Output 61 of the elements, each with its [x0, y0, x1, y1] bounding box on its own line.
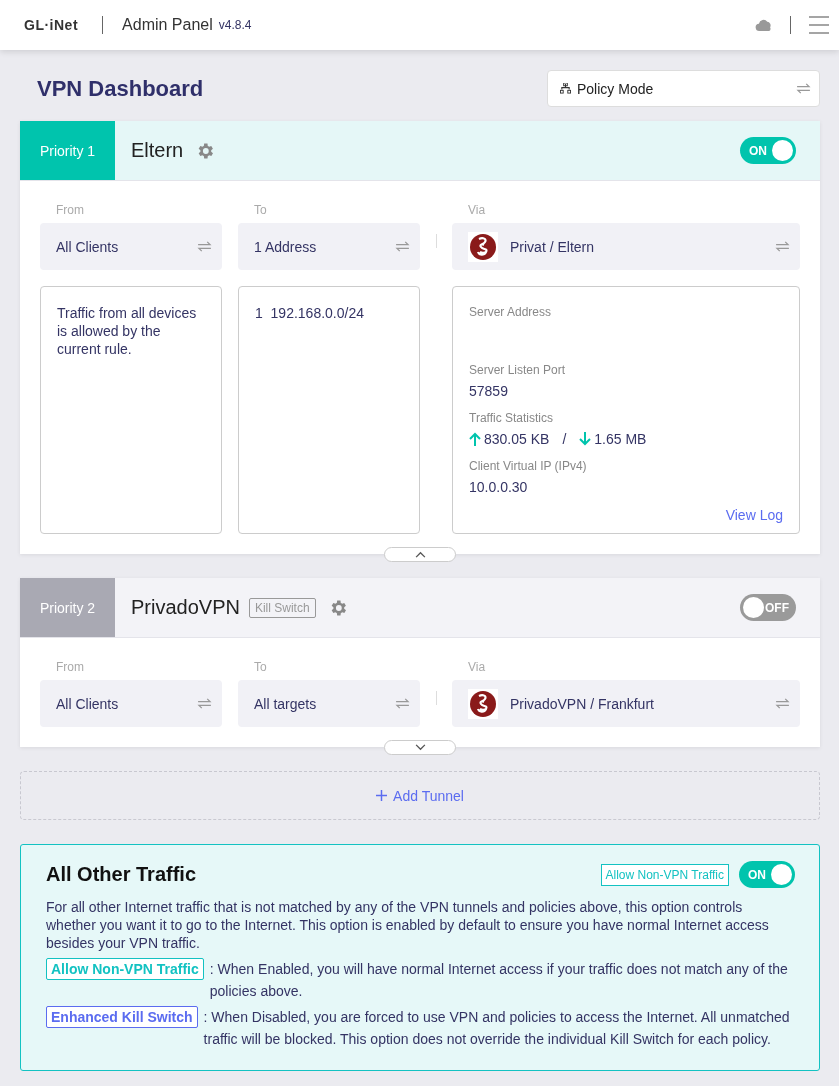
- field-label: Via: [467, 660, 487, 674]
- server-logo-icon: [468, 688, 498, 719]
- view-log-link[interactable]: View Log: [725, 507, 783, 523]
- swap-icon: [775, 698, 790, 709]
- info-label: Client Virtual IP (IPv4): [469, 459, 588, 473]
- priority-label: Priority 1: [20, 121, 115, 180]
- swap-icon: [796, 83, 811, 94]
- menu-icon[interactable]: [809, 16, 829, 34]
- option-note: : When Disabled, you are forced to use VPN and policies to access the Internet. All unmatched traffic will be blocked. This option does not override the individual Kill Switch for each policy.: [203, 1008, 791, 1049]
- field-label: Via: [467, 203, 487, 217]
- server-logo-icon: [468, 231, 498, 262]
- policy-name: PrivadoVPN: [131, 596, 240, 619]
- source-selector[interactable]: All Clients: [40, 680, 222, 727]
- swap-icon: [395, 698, 410, 709]
- upload-value: 830.05 KB: [484, 431, 550, 447]
- field-label: From: [55, 203, 85, 217]
- cloud-icon[interactable]: [755, 18, 774, 32]
- field-label: To: [253, 203, 268, 217]
- plus-icon: [376, 790, 388, 801]
- description-text: For all other Internet traffic that is not matched by any of the VPN tunnels and policies above, this option controls whether you want it to go to the Internet. This option is enabled by default to ensure you have normal Internet access besides your VPN traffic.: [46, 898, 770, 952]
- priority-label: Priority 2: [20, 578, 115, 637]
- option-tag: Allow Non-VPN Traffic: [46, 958, 204, 980]
- swap-icon: [775, 241, 790, 252]
- info-label: Traffic Statistics: [469, 411, 555, 425]
- info-label: Server Listen Port: [469, 363, 567, 377]
- policy-name: Eltern: [131, 139, 184, 162]
- download-value: 1.65 MB: [594, 431, 647, 447]
- brand-logo[interactable]: GL·iNet: [24, 17, 79, 33]
- destination-selector[interactable]: All targets: [238, 680, 420, 727]
- download-arrow-icon: [579, 432, 592, 446]
- expand-toggle[interactable]: [384, 547, 456, 562]
- source-description: Traffic from all devices is allowed by the current rule.: [57, 304, 198, 358]
- swap-icon: [395, 241, 410, 252]
- source-selector[interactable]: All Clients: [40, 223, 222, 270]
- swap-icon: [197, 698, 212, 709]
- status-badge: Allow Non-VPN Traffic: [600, 863, 729, 886]
- page-title: VPN Dashboard: [37, 75, 204, 102]
- version-label: v4.8.4: [218, 18, 252, 32]
- app-title: Admin Panel: [122, 16, 213, 34]
- field-label: From: [55, 660, 85, 674]
- option-note: : When Enabled, you will have normal Internet access if your traffic does not match any of the policies above.: [209, 960, 789, 1001]
- mode-selector[interactable]: Policy Mode: [547, 70, 820, 107]
- upload-arrow-icon: [469, 432, 481, 446]
- tunnel-selector[interactable]: Privat / Eltern: [452, 223, 800, 270]
- kill-switch-badge: Kill Switch: [248, 597, 316, 618]
- info-value: 57859: [469, 383, 509, 399]
- address-entry: 1 192.168.0.0/24: [255, 304, 365, 322]
- network-icon: [560, 83, 571, 94]
- swap-icon: [197, 241, 212, 252]
- chevron-icon: [414, 744, 426, 751]
- tunnel-selector[interactable]: PrivadoVPN / Frankfurt: [452, 680, 800, 727]
- info-label: Server Address: [469, 305, 553, 319]
- separator-text: /: [562, 431, 567, 447]
- add-tunnel-button[interactable]: Add Tunnel: [20, 771, 820, 820]
- option-tag: Enhanced Kill Switch: [46, 1006, 198, 1028]
- expand-toggle[interactable]: [384, 740, 456, 755]
- info-value: 10.0.0.30: [469, 479, 529, 495]
- section-title: All Other Traffic: [46, 863, 197, 886]
- field-label: To: [253, 660, 268, 674]
- chevron-icon: [414, 551, 426, 558]
- destination-selector[interactable]: 1 Address: [238, 223, 420, 270]
